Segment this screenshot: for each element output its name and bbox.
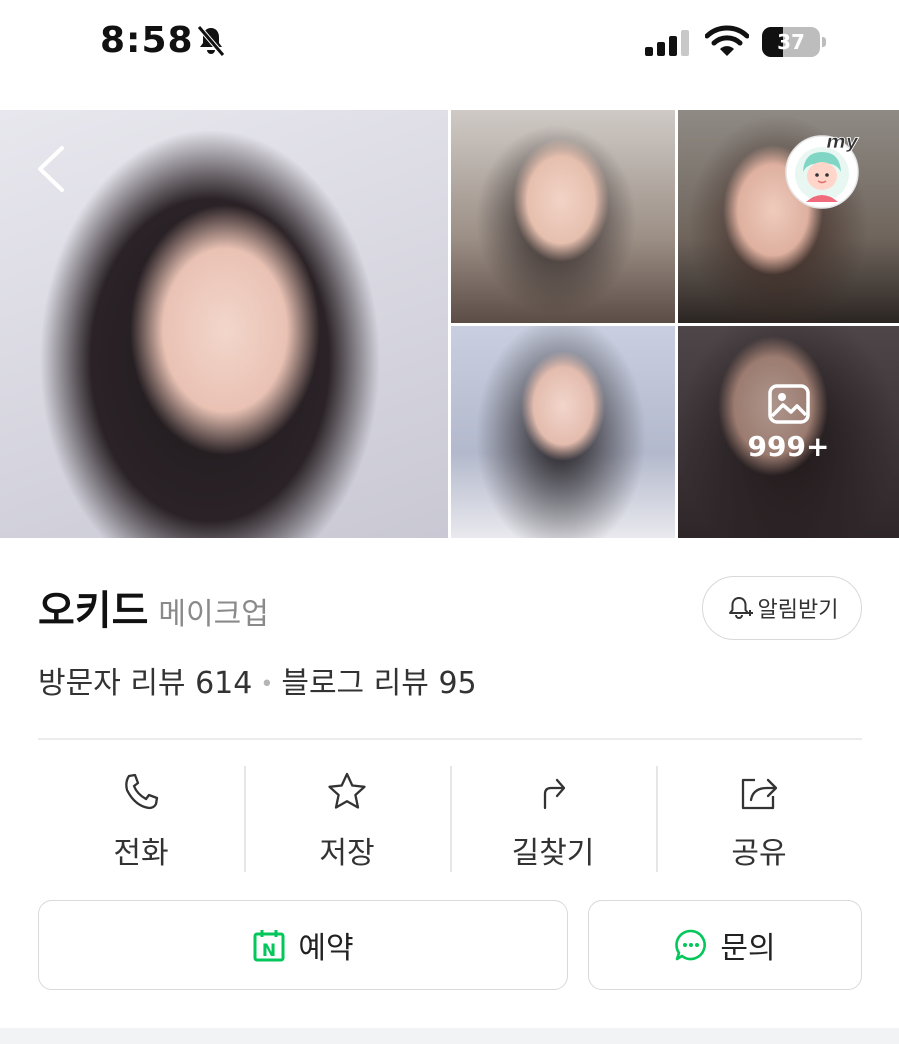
gallery-photo[interactable] <box>451 326 675 538</box>
star-icon <box>328 772 366 809</box>
reserve-button[interactable]: N 예약 <box>38 900 568 990</box>
photo-gallery: 999+ my <box>0 110 899 538</box>
share-label: 공유 <box>731 836 787 871</box>
save-label: 저장 <box>319 836 375 871</box>
notify-button-label: 알림받기 <box>757 598 839 623</box>
visitor-reviews-count: 614 <box>195 666 253 701</box>
cellular-signal-icon <box>645 30 689 56</box>
battery-indicator: 37 <box>762 27 826 57</box>
directions-label: 길찾기 <box>511 836 595 871</box>
blog-reviews-label: 블로그 리뷰 <box>281 666 429 701</box>
place-category: 메이크업 <box>158 597 269 632</box>
battery-percent: 37 <box>777 30 805 54</box>
share-button[interactable]: 공유 <box>656 766 862 874</box>
back-arrow-icon[interactable] <box>34 144 70 194</box>
blog-reviews-count: 95 <box>438 666 477 701</box>
section-separator <box>0 1028 899 1044</box>
action-bar: 전화 저장 길찾기 공유 <box>38 766 862 874</box>
svg-text:my: my <box>826 131 860 153</box>
blog-reviews-link[interactable]: 블로그 리뷰 95 <box>281 666 476 701</box>
call-label: 전화 <box>113 836 169 871</box>
my-profile-badge-icon[interactable]: my <box>784 130 864 210</box>
bell-muted-icon <box>197 25 225 57</box>
visitor-reviews-link[interactable]: 방문자 리뷰 614 <box>38 666 252 701</box>
image-icon <box>767 384 810 424</box>
call-button[interactable]: 전화 <box>38 766 244 874</box>
inquiry-label: 문의 <box>720 931 776 966</box>
review-summary: 방문자 리뷰 614 • 블로그 리뷰 95 <box>38 658 477 702</box>
share-icon <box>741 778 778 810</box>
separator-dot: • <box>260 672 274 697</box>
more-photos-count: 999+ <box>747 430 830 463</box>
wifi-icon <box>705 25 749 56</box>
notify-button[interactable]: 알림받기 <box>702 576 862 640</box>
svg-text:N: N <box>262 941 276 961</box>
place-title: 오키드 메이크업 <box>38 578 269 636</box>
gallery-photo-more[interactable]: 999+ <box>678 326 899 538</box>
divider <box>38 738 862 740</box>
save-button[interactable]: 저장 <box>244 766 450 874</box>
status-time: 8:58 <box>100 20 194 61</box>
gallery-photo[interactable] <box>451 110 675 323</box>
more-photos: 999+ <box>678 384 899 463</box>
phone-icon <box>125 773 159 810</box>
chat-bubble-icon <box>675 929 707 961</box>
directions-button[interactable]: 길찾기 <box>450 766 656 874</box>
visitor-reviews-label: 방문자 리뷰 <box>38 666 186 701</box>
directions-arrow-icon <box>543 778 566 810</box>
inquiry-button[interactable]: 문의 <box>588 900 862 990</box>
reserve-label: 예약 <box>298 931 354 966</box>
bell-plus-icon <box>728 597 753 619</box>
naver-booking-icon: N <box>253 930 285 962</box>
status-bar: 8:58 37 <box>0 0 899 90</box>
place-name: 오키드 <box>38 588 149 634</box>
